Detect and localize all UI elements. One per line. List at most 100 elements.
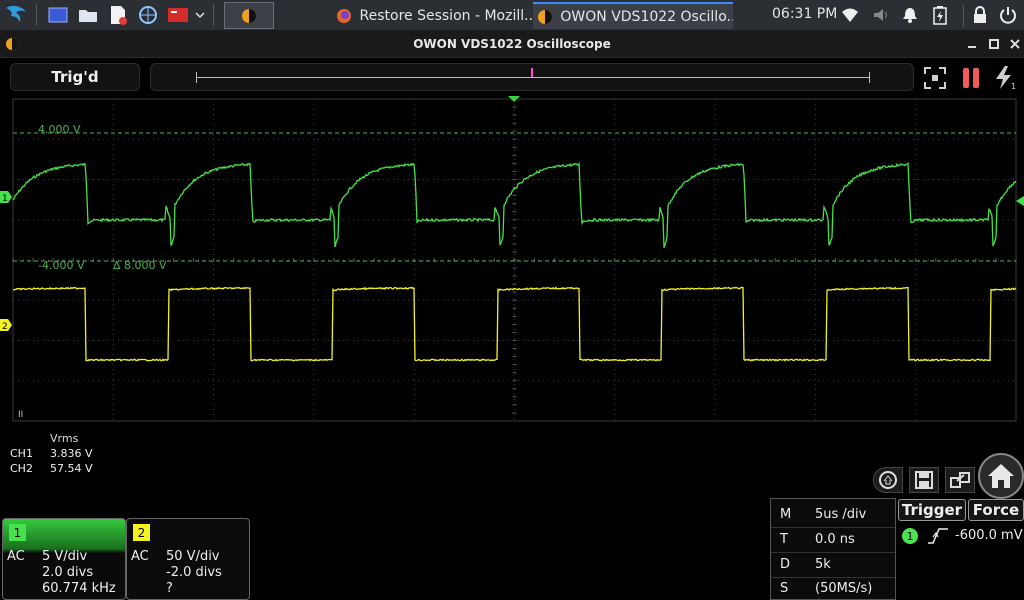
window-title: OWON VDS1022 Oscilloscope: [413, 37, 611, 51]
power-icon[interactable]: [998, 5, 1018, 25]
memory-position-marker[interactable]: [531, 68, 533, 77]
ch2-volts-per-div: 50 V/div: [166, 549, 220, 564]
memory-position-bar[interactable]: [150, 63, 914, 91]
minimize-icon: [968, 46, 976, 48]
desktop: Restore Session - Mozill... OWON VDS1022…: [0, 0, 1024, 600]
export-icon: [950, 472, 970, 488]
force-button[interactable]: Force: [968, 499, 1024, 521]
trigger-level-value: -600.0 mV: [955, 528, 1023, 543]
task-label: OWON VDS1022 Oscillo...: [560, 8, 733, 25]
memory-bar-right-end: [869, 72, 870, 83]
taskbar-separator: [36, 4, 37, 26]
lock-icon[interactable]: [970, 5, 990, 25]
measurement-header: Vrms: [50, 432, 79, 445]
close-button[interactable]: [1007, 36, 1023, 52]
ch1-waveform: [12, 161, 1017, 248]
minimize-button[interactable]: [964, 36, 980, 52]
home-icon: [988, 464, 1014, 488]
ch2-settings-panel[interactable]: 2 AC 50 V/div -2.0 divs ?: [126, 518, 250, 600]
timebase-key: T: [780, 532, 788, 547]
trigger-panel: Trigger Force 1 -600.0 mV: [897, 499, 1024, 600]
close-icon: [1010, 39, 1020, 49]
task-firefox[interactable]: Restore Session - Mozill...: [336, 2, 532, 29]
terminal-button[interactable]: [167, 4, 189, 26]
measurement-channel: CH1: [10, 447, 33, 460]
ch2-offset-marker: 2: [0, 319, 12, 332]
memory-bar-line: [196, 77, 870, 78]
window-titlebar[interactable]: OWON VDS1022 Oscilloscope: [0, 31, 1024, 58]
timebase-value: 0.0 ns: [815, 532, 855, 547]
single-trigger-button[interactable]: 1: [993, 66, 1017, 90]
file-manager-button[interactable]: [77, 4, 99, 26]
timebase-key: S: [780, 581, 789, 596]
svg-text:2: 2: [2, 322, 8, 332]
export-button[interactable]: [945, 467, 975, 493]
app-launcher-button[interactable]: [2, 1, 30, 29]
ch2-offset: -2.0 divs: [166, 565, 222, 580]
task-owon[interactable]: OWON VDS1022 Oscillo...: [533, 2, 733, 29]
measurement-row-ch1: CH1 3.836 V: [10, 447, 93, 460]
ch2-coupling: AC: [131, 549, 149, 564]
run-stop-button[interactable]: [959, 66, 983, 90]
save-button[interactable]: [909, 467, 939, 493]
clock[interactable]: 06:31 PM: [772, 6, 837, 22]
timebase-value: 5k: [815, 557, 831, 572]
kali-dragon-icon: [6, 5, 26, 22]
ch1-frequency: 60.774 kHz: [42, 581, 116, 596]
timebase-key: M: [780, 507, 792, 522]
lightning-icon: 1: [996, 66, 1016, 90]
home-button[interactable]: [978, 453, 1024, 499]
firefox-icon: [337, 8, 351, 23]
folder-icon: [79, 10, 97, 22]
ch2-frequency: ?: [166, 581, 173, 596]
taskbar: Restore Session - Mozill... OWON VDS1022…: [0, 0, 1024, 31]
timebase-value: (50MS/s): [815, 581, 873, 596]
timebase-row-t[interactable]: T 0.0 ns: [771, 527, 895, 552]
chevron-down-icon: [195, 12, 205, 19]
timebase-key: D: [780, 557, 791, 572]
task-label: Restore Session - Mozill...: [359, 7, 532, 24]
ch1-settings-panel[interactable]: 1 AC 5 V/div 2.0 divs 60.774 kHz: [2, 518, 126, 600]
volume-muted-icon[interactable]: [871, 5, 891, 25]
taskbar-separator: [963, 5, 964, 27]
show-desktop-button[interactable]: [47, 4, 69, 26]
workspace-switcher[interactable]: [224, 2, 274, 29]
trigger-source-badge[interactable]: 1: [902, 528, 918, 544]
ch1-volts-per-div: 5 V/div: [42, 549, 88, 564]
globe-icon: [139, 6, 157, 24]
timebase-value: 5us /div: [815, 507, 867, 522]
measurement-value: 57.54 V: [50, 462, 93, 475]
rising-edge-icon[interactable]: [927, 527, 949, 545]
desktop-icon: [48, 7, 68, 23]
trigger-button[interactable]: Trigger: [898, 499, 966, 521]
autoset-button[interactable]: [923, 66, 947, 90]
timebase-panel[interactable]: M 5us /div T 0.0 ns D 5k S (50MS/s): [770, 498, 896, 600]
maximize-button[interactable]: [986, 36, 1002, 52]
waveform-display[interactable]: 4.000 V -4.000 V Δ 8.000 V 1 2 II: [0, 95, 1024, 425]
owon-app-icon: [538, 9, 552, 24]
browser-button[interactable]: [137, 4, 159, 26]
taskbar-separator: [213, 4, 214, 26]
text-editor-button[interactable]: [107, 4, 129, 26]
ch1-offset: 2.0 divs: [42, 565, 94, 580]
ch1-badge: 1: [9, 524, 26, 541]
reference-home-button[interactable]: [873, 467, 903, 493]
timebase-row-m[interactable]: M 5us /div: [771, 502, 895, 527]
quicklaunch-dropdown[interactable]: [195, 4, 205, 26]
memory-bar-left-end: [196, 72, 197, 83]
svg-text:1: 1: [2, 194, 8, 204]
measurement-row-ch2: CH2 57.54 V: [10, 462, 93, 475]
red-window-icon: [168, 8, 188, 22]
wifi-icon[interactable]: [840, 5, 860, 25]
trigger-status-label: Trig'd: [10, 63, 140, 91]
upper-cursor-value: 4.000 V: [38, 123, 81, 136]
save-icon: [915, 471, 933, 489]
timebase-row-s[interactable]: S (50MS/s): [771, 576, 895, 600]
battery-charging-icon[interactable]: [930, 5, 950, 25]
autoset-icon: [924, 67, 946, 89]
timebase-row-d[interactable]: D 5k: [771, 552, 895, 577]
pause-indicator: II: [18, 410, 23, 420]
notification-bell-icon[interactable]: [900, 5, 920, 25]
pause-icon: [963, 68, 979, 88]
trigger-level-marker: [1016, 196, 1024, 206]
